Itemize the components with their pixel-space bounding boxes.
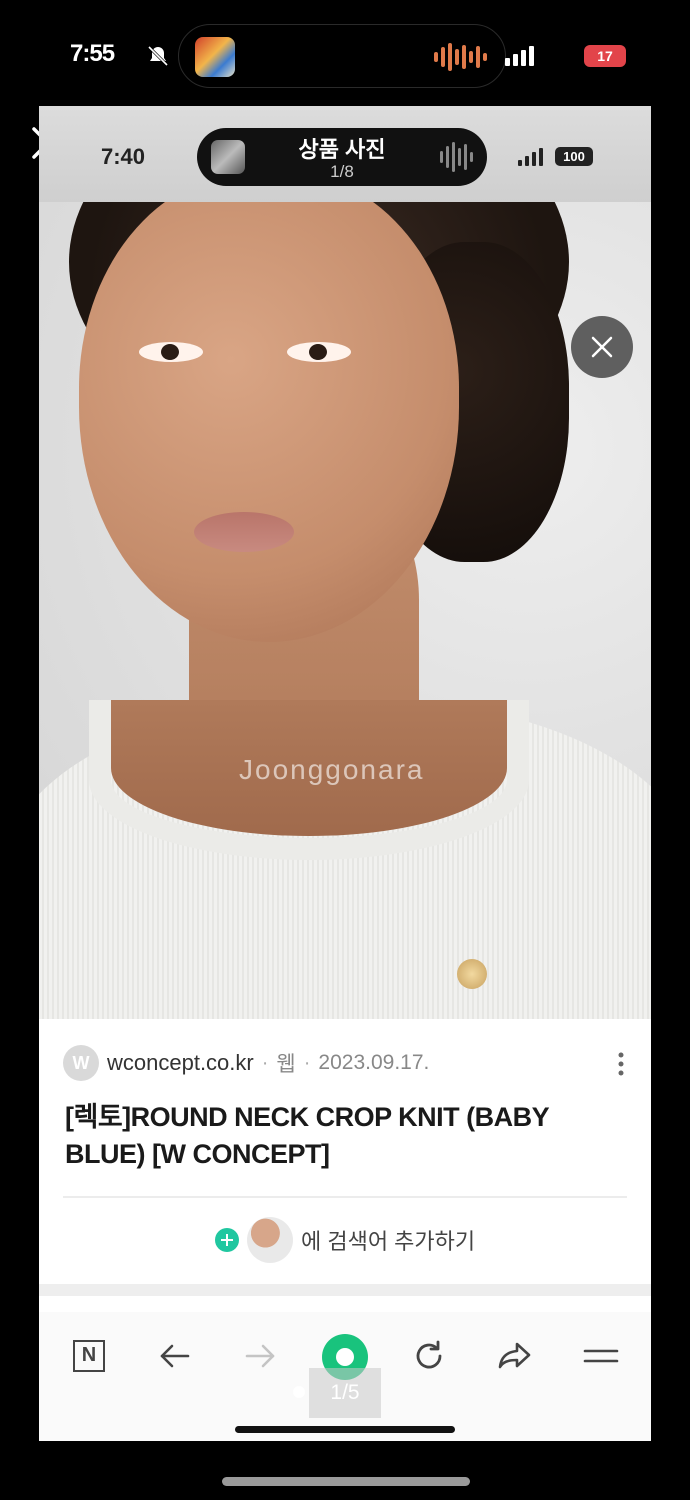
reload-icon — [416, 1340, 442, 1369]
divider — [63, 1196, 627, 1198]
naver-logo-icon: N — [73, 1340, 105, 1372]
inner-dynamic-island: 상품 사진 1/8 — [197, 128, 487, 186]
source-row: W wconcept.co.kr · 웹 · 2023.09.17. — [63, 1045, 429, 1081]
forward-button[interactable] — [240, 1336, 280, 1376]
inner-status-bar: 7:40 상품 사진 1/8 100 — [39, 106, 651, 202]
add-search-term-button[interactable]: 에 검색어 추가하기 — [215, 1215, 475, 1265]
audio-wave-icon — [434, 43, 487, 71]
page-indicator: 1/5 — [309, 1368, 381, 1418]
site-domain[interactable]: wconcept.co.kr — [107, 1050, 254, 1076]
outer-status-bar: 7:55 17 — [0, 0, 690, 110]
now-playing-artwork — [195, 37, 235, 77]
photo-eye — [139, 342, 203, 362]
image-thumbnail — [247, 1217, 293, 1263]
watermark: Joonggonara — [239, 754, 425, 785]
inner-clock: 7:40 — [101, 144, 146, 169]
photo-close-button[interactable] — [571, 316, 633, 378]
more-options-icon[interactable] — [617, 1051, 625, 1077]
menu-button[interactable] — [581, 1336, 621, 1376]
bell-muted-icon — [147, 45, 169, 67]
photo-lips — [194, 512, 294, 552]
reload-button[interactable] — [409, 1336, 449, 1376]
photo-brooch — [457, 959, 487, 989]
browser-toolbar: N 1/5 — [39, 1312, 651, 1441]
signal-icon — [518, 148, 543, 166]
close-icon — [591, 336, 613, 358]
battery-indicator: 100 — [555, 147, 593, 166]
result-title[interactable]: [렉토]ROUND NECK CROP KNIT (BABY BLUE) [W … — [65, 1099, 625, 1173]
menu-icon — [583, 1349, 619, 1363]
photo-eye — [287, 342, 351, 362]
section-divider — [39, 1284, 651, 1296]
plus-icon — [215, 1228, 239, 1252]
dynamic-island[interactable] — [178, 24, 506, 88]
home-indicator[interactable] — [222, 1477, 470, 1486]
arrow-left-icon — [160, 1344, 190, 1368]
signal-icon — [505, 46, 534, 66]
arrow-right-icon — [245, 1344, 275, 1368]
home-indicator[interactable] — [235, 1426, 455, 1433]
separator-dot: · — [261, 1051, 269, 1074]
product-photo[interactable]: Joonggonara — [39, 202, 651, 1019]
page-dot — [293, 1386, 305, 1398]
add-search-term-label: 에 검색어 추가하기 — [301, 1229, 476, 1254]
screenshot-frame: 7:40 상품 사진 1/8 100 Joonggonara W wconcep… — [39, 106, 651, 1441]
back-button[interactable] — [155, 1336, 195, 1376]
result-type: 웹 — [276, 1053, 296, 1076]
separator-dot: · — [303, 1051, 311, 1074]
site-favicon: W — [63, 1045, 99, 1081]
share-icon — [498, 1342, 531, 1369]
outer-clock: 7:55 — [70, 40, 115, 67]
audio-wave-icon — [440, 142, 473, 172]
battery-indicator: 17 — [584, 45, 626, 67]
share-button[interactable] — [495, 1336, 535, 1376]
naver-home-button[interactable]: N — [69, 1336, 109, 1376]
result-date: 2023.09.17. — [318, 1051, 430, 1074]
result-card[interactable]: W wconcept.co.kr · 웹 · 2023.09.17. [렉토]R… — [39, 1019, 651, 1284]
